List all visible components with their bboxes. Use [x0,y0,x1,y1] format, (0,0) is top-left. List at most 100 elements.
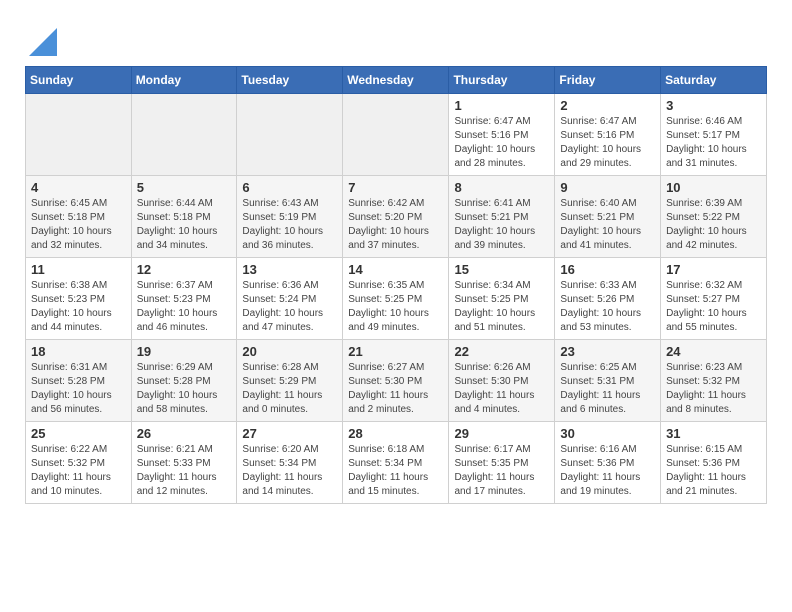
day-info: Sunrise: 6:18 AM Sunset: 5:34 PM Dayligh… [348,443,443,499]
day-info: Sunrise: 6:45 AM Sunset: 5:18 PM Dayligh… [31,197,126,253]
calendar-cell: 15 Sunrise: 6:34 AM Sunset: 5:25 PM Dayli… [449,258,555,340]
logo [25,28,57,56]
calendar-cell: 29 Sunrise: 6:17 AM Sunset: 5:35 PM Dayli… [449,422,555,504]
calendar-cell: 4Sunrise: 6:45 AM Sunset: 5:18 PM Daylig… [26,176,132,258]
calendar-cell: 25Sunrise: 6:22 AM Sunset: 5:32 PM Dayli… [26,422,132,504]
day-number: 11 [31,262,126,277]
day-number: 25 [31,426,126,441]
day-info: Sunrise: 6:35 AM Sunset: 5:25 PM Dayligh… [348,279,443,335]
calendar-cell: 17 Sunrise: 6:32 AM Sunset: 5:27 PM Dayli… [661,258,767,340]
day-info: Sunrise: 6:41 AM Sunset: 5:21 PM Dayligh… [454,197,549,253]
calendar-cell: 23Sunrise: 6:25 AM Sunset: 5:31 PM Dayli… [555,340,661,422]
day-number: 21 [348,344,443,359]
day-info: Sunrise: 6:37 AM Sunset: 5:23 PM Dayligh… [137,279,232,335]
calendar-cell: 12 Sunrise: 6:37 AM Sunset: 5:23 PM Dayli… [131,258,237,340]
calendar-cell: 10Sunrise: 6:39 AM Sunset: 5:22 PM Dayli… [661,176,767,258]
calendar-cell [343,94,449,176]
day-number: 20 [242,344,337,359]
day-info: Sunrise: 6:44 AM Sunset: 5:18 PM Dayligh… [137,197,232,253]
calendar-header-row: SundayMondayTuesdayWednesdayThursdayFrid… [26,67,767,94]
calendar-cell: 16Sunrise: 6:33 AM Sunset: 5:26 PM Dayli… [555,258,661,340]
calendar-cell [26,94,132,176]
day-info: Sunrise: 6:34 AM Sunset: 5:25 PM Dayligh… [454,279,549,335]
calendar-header-thursday: Thursday [449,67,555,94]
day-number: 9 [560,180,655,195]
day-number: 16 [560,262,655,277]
page-header [25,20,767,56]
day-info: Sunrise: 6:47 AM Sunset: 5:16 PM Dayligh… [454,115,549,171]
day-number: 8 [454,180,549,195]
day-number: 13 [242,262,337,277]
calendar-cell [131,94,237,176]
day-info: Sunrise: 6:36 AM Sunset: 5:24 PM Dayligh… [242,279,337,335]
day-info: Sunrise: 6:28 AM Sunset: 5:29 PM Dayligh… [242,361,337,417]
logo-icon [29,28,57,56]
calendar-cell: 14 Sunrise: 6:35 AM Sunset: 5:25 PM Dayli… [343,258,449,340]
calendar-header-friday: Friday [555,67,661,94]
calendar-header-saturday: Saturday [661,67,767,94]
calendar-week-row: 25Sunrise: 6:22 AM Sunset: 5:32 PM Dayli… [26,422,767,504]
calendar-cell: 5Sunrise: 6:44 AM Sunset: 5:18 PM Daylig… [131,176,237,258]
calendar-cell: 1 Sunrise: 6:47 AM Sunset: 5:16 PM Daylig… [449,94,555,176]
day-info: Sunrise: 6:16 AM Sunset: 5:36 PM Dayligh… [560,443,655,499]
calendar-header-monday: Monday [131,67,237,94]
day-info: Sunrise: 6:17 AM Sunset: 5:35 PM Dayligh… [454,443,549,499]
day-info: Sunrise: 6:47 AM Sunset: 5:16 PM Dayligh… [560,115,655,171]
day-info: Sunrise: 6:23 AM Sunset: 5:32 PM Dayligh… [666,361,761,417]
day-number: 28 [348,426,443,441]
calendar-cell: 9 Sunrise: 6:40 AM Sunset: 5:21 PM Daylig… [555,176,661,258]
day-info: Sunrise: 6:43 AM Sunset: 5:19 PM Dayligh… [242,197,337,253]
day-number: 18 [31,344,126,359]
day-info: Sunrise: 6:42 AM Sunset: 5:20 PM Dayligh… [348,197,443,253]
calendar-week-row: 1 Sunrise: 6:47 AM Sunset: 5:16 PM Daylig… [26,94,767,176]
day-info: Sunrise: 6:25 AM Sunset: 5:31 PM Dayligh… [560,361,655,417]
calendar-cell [237,94,343,176]
day-number: 22 [454,344,549,359]
calendar-cell: 2 Sunrise: 6:47 AM Sunset: 5:16 PM Daylig… [555,94,661,176]
day-number: 14 [348,262,443,277]
day-number: 27 [242,426,337,441]
day-number: 3 [666,98,761,113]
day-info: Sunrise: 6:26 AM Sunset: 5:30 PM Dayligh… [454,361,549,417]
day-info: Sunrise: 6:31 AM Sunset: 5:28 PM Dayligh… [31,361,126,417]
day-info: Sunrise: 6:32 AM Sunset: 5:27 PM Dayligh… [666,279,761,335]
day-info: Sunrise: 6:39 AM Sunset: 5:22 PM Dayligh… [666,197,761,253]
day-info: Sunrise: 6:21 AM Sunset: 5:33 PM Dayligh… [137,443,232,499]
calendar-cell: 11 Sunrise: 6:38 AM Sunset: 5:23 PM Dayli… [26,258,132,340]
day-number: 7 [348,180,443,195]
day-number: 29 [454,426,549,441]
calendar-cell: 19 Sunrise: 6:29 AM Sunset: 5:28 PM Dayli… [131,340,237,422]
calendar-header-wednesday: Wednesday [343,67,449,94]
calendar-cell: 6 Sunrise: 6:43 AM Sunset: 5:19 PM Daylig… [237,176,343,258]
day-info: Sunrise: 6:27 AM Sunset: 5:30 PM Dayligh… [348,361,443,417]
calendar-cell: 28 Sunrise: 6:18 AM Sunset: 5:34 PM Dayli… [343,422,449,504]
calendar-week-row: 18 Sunrise: 6:31 AM Sunset: 5:28 PM Dayli… [26,340,767,422]
day-number: 2 [560,98,655,113]
day-number: 12 [137,262,232,277]
day-number: 31 [666,426,761,441]
day-info: Sunrise: 6:46 AM Sunset: 5:17 PM Dayligh… [666,115,761,171]
day-number: 15 [454,262,549,277]
day-info: Sunrise: 6:38 AM Sunset: 5:23 PM Dayligh… [31,279,126,335]
calendar-cell: 30 Sunrise: 6:16 AM Sunset: 5:36 PM Dayli… [555,422,661,504]
calendar-cell: 7 Sunrise: 6:42 AM Sunset: 5:20 PM Daylig… [343,176,449,258]
calendar-cell: 27 Sunrise: 6:20 AM Sunset: 5:34 PM Dayli… [237,422,343,504]
day-info: Sunrise: 6:15 AM Sunset: 5:36 PM Dayligh… [666,443,761,499]
day-number: 19 [137,344,232,359]
calendar-table: SundayMondayTuesdayWednesdayThursdayFrid… [25,66,767,504]
day-number: 17 [666,262,761,277]
calendar-cell: 31 Sunrise: 6:15 AM Sunset: 5:36 PM Dayli… [661,422,767,504]
calendar-cell: 24Sunrise: 6:23 AM Sunset: 5:32 PM Dayli… [661,340,767,422]
day-number: 30 [560,426,655,441]
calendar-cell: 3 Sunrise: 6:46 AM Sunset: 5:17 PM Daylig… [661,94,767,176]
day-info: Sunrise: 6:20 AM Sunset: 5:34 PM Dayligh… [242,443,337,499]
day-info: Sunrise: 6:29 AM Sunset: 5:28 PM Dayligh… [137,361,232,417]
day-number: 6 [242,180,337,195]
day-number: 26 [137,426,232,441]
day-number: 1 [454,98,549,113]
calendar-week-row: 11 Sunrise: 6:38 AM Sunset: 5:23 PM Dayli… [26,258,767,340]
day-info: Sunrise: 6:40 AM Sunset: 5:21 PM Dayligh… [560,197,655,253]
calendar-header-tuesday: Tuesday [237,67,343,94]
calendar-cell: 8 Sunrise: 6:41 AM Sunset: 5:21 PM Daylig… [449,176,555,258]
calendar-cell: 20 Sunrise: 6:28 AM Sunset: 5:29 PM Dayli… [237,340,343,422]
